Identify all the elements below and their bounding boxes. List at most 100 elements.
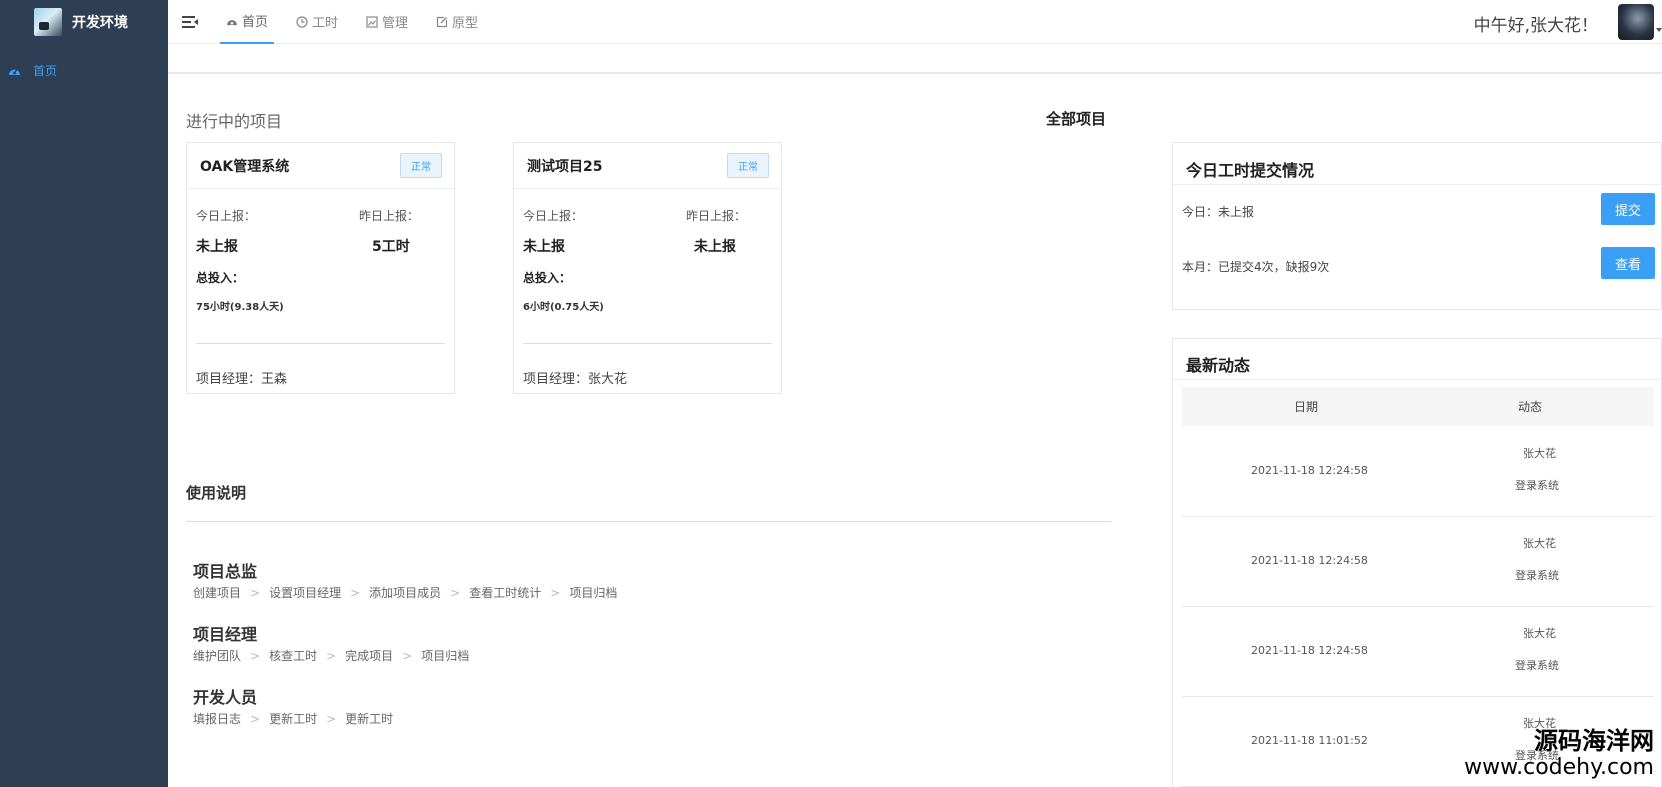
workflow-step: 填报日志: [193, 712, 242, 726]
total-input-label: 总投入：: [196, 271, 245, 285]
sub-bar: [168, 44, 1662, 74]
today-status: 今日：未上报: [1182, 205, 1255, 219]
tab-home[interactable]: 首页: [220, 0, 275, 44]
status-badge: 正常: [727, 153, 769, 178]
role-title-developer: 开发人员: [193, 688, 258, 707]
tab-label: 管理: [382, 16, 409, 31]
workflow-step: 完成项目: [345, 649, 394, 663]
edit-icon: [436, 16, 448, 27]
watermark: 源码海洋网 www.codehy.com: [1464, 727, 1654, 781]
brand[interactable]: 开发环境: [0, 0, 168, 44]
today-report-value: 未上报: [196, 239, 238, 255]
total-input-label: 总投入：: [523, 271, 572, 285]
chevron-right-icon: >: [326, 711, 337, 726]
workflow-step: 查看工时统计: [469, 586, 542, 600]
today-report-value: 未上报: [523, 239, 565, 255]
project-name[interactable]: OAK管理系统: [200, 156, 289, 176]
activity-action: 登录系统: [1515, 659, 1559, 672]
project-manager: 项目经理：王森: [196, 372, 288, 387]
chevron-right-icon: >: [402, 648, 413, 663]
tab-label: 原型: [452, 16, 479, 31]
activity-panel: 最新动态 日期 动态 2021-11-18 12:24:58 张大花 登录系统 …: [1172, 338, 1662, 787]
project-card[interactable]: 测试项目25 正常 今日上报： 昨日上报： 未上报 未上报 总投入： 6小时(0…: [513, 142, 782, 394]
workflow-step: 核查工时: [269, 649, 318, 663]
chevron-right-icon: >: [350, 585, 361, 600]
workflow-step: 更新工时: [345, 712, 394, 726]
usage-title: 使用说明: [186, 484, 247, 502]
panel-title: 今日工时提交情况: [1186, 161, 1315, 180]
project-card[interactable]: OAK管理系统 正常 今日上报： 昨日上报： 未上报 5工时 总投入： 75小时…: [186, 142, 455, 394]
yesterday-report-value: 5工时: [372, 239, 410, 255]
sidebar-item-home[interactable]: 首页: [0, 58, 168, 82]
status-badge: 正常: [400, 153, 442, 178]
project-manager: 项目经理：张大花: [523, 372, 628, 387]
workflow-steps: 创建项目 > 设置项目经理 > 添加项目成员 > 查看工时统计 > 项目归档: [193, 584, 617, 601]
yesterday-report-value: 未上报: [694, 239, 736, 255]
workflow-step: 添加项目成员: [369, 586, 442, 600]
activity-user: 张大花: [1523, 537, 1556, 550]
column-header-activity: 动态: [1518, 400, 1543, 414]
divider: [523, 343, 772, 344]
chevron-down-icon[interactable]: [1656, 28, 1662, 32]
submit-button[interactable]: 提交: [1601, 193, 1655, 225]
yesterday-report-label: 昨日上报：: [686, 209, 747, 223]
column-header-date: 日期: [1294, 400, 1319, 414]
divider: [1173, 184, 1661, 185]
panel-title: 最新动态: [1186, 356, 1251, 375]
yesterday-report-label: 昨日上报：: [359, 209, 420, 223]
activity-date: 2021-11-18 12:24:58: [1251, 554, 1368, 567]
view-button[interactable]: 查看: [1601, 247, 1655, 279]
today-report-label: 今日上报：: [196, 209, 257, 223]
watermark-line: 源码海洋网: [1534, 727, 1654, 755]
tab-manage[interactable]: 管理: [360, 0, 414, 44]
divider: [196, 343, 445, 344]
workflow-step: 维护团队: [193, 649, 242, 663]
total-input-value: 75小时(9.38人天): [196, 302, 284, 313]
menu-fold-icon: [182, 15, 198, 28]
month-status: 本月：已提交4次，缺报9次: [1182, 260, 1330, 274]
activity-date: 2021-11-18 12:24:58: [1251, 644, 1368, 657]
tab-label: 首页: [242, 15, 269, 30]
clock-icon: [296, 15, 308, 28]
greeting-text: 中午好,张大花！: [1473, 16, 1598, 36]
ongoing-projects-title: 进行中的项目: [186, 112, 283, 131]
chevron-right-icon: >: [250, 585, 261, 600]
project-name[interactable]: 测试项目25: [527, 156, 602, 176]
role-title-director: 项目总监: [193, 562, 258, 581]
menu-toggle-button[interactable]: [168, 0, 212, 44]
activity-action: 登录系统: [1515, 569, 1559, 582]
tab-label: 工时: [312, 16, 339, 31]
activity-action: 登录系统: [1515, 479, 1559, 492]
total-input-value: 6小时(0.75人天): [523, 302, 604, 313]
table-row: 2021-11-18 12:24:58 张大花 登录系统: [1182, 427, 1654, 517]
workflow-steps: 维护团队 > 核查工时 > 完成项目 > 项目归档: [193, 647, 469, 664]
table-row: 2021-11-18 12:24:58 张大花 登录系统: [1182, 607, 1654, 697]
project-card-header: OAK管理系统 正常: [187, 143, 454, 189]
table-header: 日期 动态: [1182, 387, 1654, 426]
project-card-header: 测试项目25 正常: [514, 143, 781, 189]
divider: [1173, 379, 1661, 380]
chevron-right-icon: >: [250, 648, 261, 663]
tab-worktime[interactable]: 工时: [290, 0, 344, 44]
activity-user: 张大花: [1523, 627, 1556, 640]
today-report-label: 今日上报：: [523, 209, 584, 223]
chevron-right-icon: >: [450, 585, 461, 600]
activity-date: 2021-11-18 12:24:58: [1251, 464, 1368, 477]
user-avatar[interactable]: [1618, 4, 1654, 40]
workflow-step: 更新工时: [269, 712, 318, 726]
workflow-step: 项目归档: [421, 649, 470, 663]
top-header: 首页 工时 管理 原型 中午好,张大花！: [168, 0, 1662, 44]
all-projects-link[interactable]: 全部项目: [1046, 108, 1106, 129]
activity-date: 2021-11-18 11:01:52: [1251, 734, 1368, 747]
chevron-right-icon: >: [250, 711, 261, 726]
divider: [186, 521, 1111, 522]
activity-user: 张大花: [1523, 447, 1556, 460]
sidebar: 开发环境 首页: [0, 0, 168, 787]
today-worktime-panel: 今日工时提交情况 今日：未上报 提交 本月：已提交4次，缺报9次 查看: [1172, 142, 1662, 310]
chevron-right-icon: >: [326, 648, 337, 663]
dashboard-icon: [227, 19, 237, 25]
tab-prototype[interactable]: 原型: [430, 0, 484, 44]
dashboard-icon: [9, 68, 20, 75]
chevron-right-icon: >: [550, 585, 561, 600]
workflow-step: 设置项目经理: [269, 586, 342, 600]
